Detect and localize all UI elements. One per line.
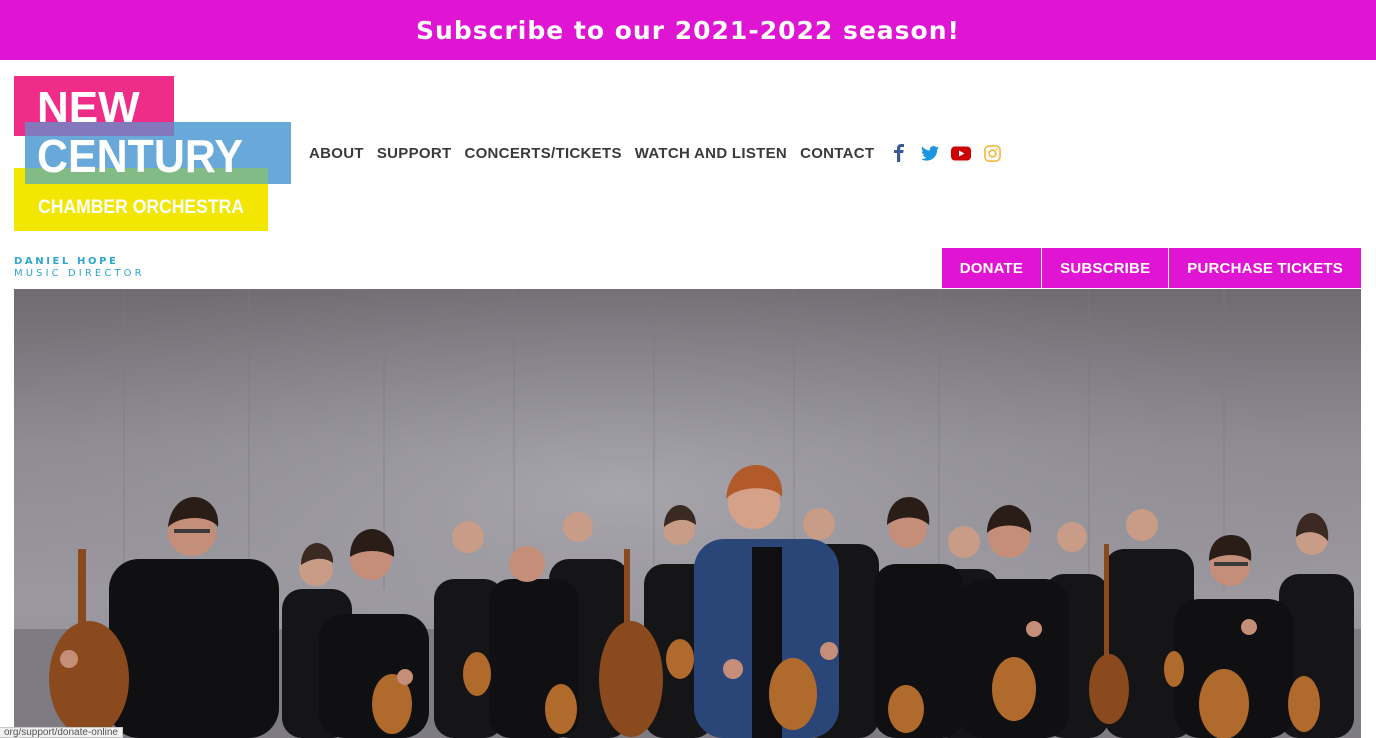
music-director-credit: DANIEL HOPE MUSIC DIRECTOR — [14, 256, 145, 280]
site-logo[interactable]: NEW CENTURY CHAMBER ORCHESTRA — [14, 76, 291, 231]
subscribe-button[interactable]: SUBSCRIBE — [1041, 248, 1169, 288]
nav-concerts-tickets[interactable]: CONCERTS/TICKETS — [464, 145, 621, 162]
twitter-icon[interactable] — [918, 141, 942, 165]
social-links — [887, 141, 1011, 165]
nav-watch-and-listen[interactable]: WATCH AND LISTEN — [635, 145, 787, 162]
nav-about[interactable]: ABOUT — [309, 145, 364, 162]
logo-text-chamber: CHAMBER ORCHESTRA — [38, 197, 244, 218]
logo-text-century: CENTURY — [37, 130, 243, 182]
browser-status-url: org/support/donate-online — [0, 727, 123, 738]
hero-orchestra-photo — [14, 289, 1361, 738]
instagram-icon[interactable] — [980, 141, 1004, 165]
banner-text: Subscribe to our 2021-2022 season! — [416, 15, 960, 45]
nav-support[interactable]: SUPPORT — [377, 145, 452, 162]
facebook-icon[interactable] — [887, 141, 911, 165]
youtube-icon[interactable] — [949, 141, 973, 165]
donate-button[interactable]: DONATE — [941, 248, 1042, 288]
main-nav: ABOUT SUPPORT CONCERTS/TICKETS WATCH AND… — [309, 141, 1011, 165]
nav-contact[interactable]: CONTACT — [800, 145, 874, 162]
subscribe-banner[interactable]: Subscribe to our 2021-2022 season! — [0, 0, 1376, 60]
action-buttons: DONATE SUBSCRIBE PURCHASE TICKETS — [941, 248, 1361, 288]
logo-text-new: NEW — [37, 83, 140, 132]
director-title: MUSIC DIRECTOR — [14, 268, 145, 279]
director-name: DANIEL HOPE — [14, 256, 119, 267]
purchase-tickets-button[interactable]: PURCHASE TICKETS — [1168, 248, 1361, 288]
